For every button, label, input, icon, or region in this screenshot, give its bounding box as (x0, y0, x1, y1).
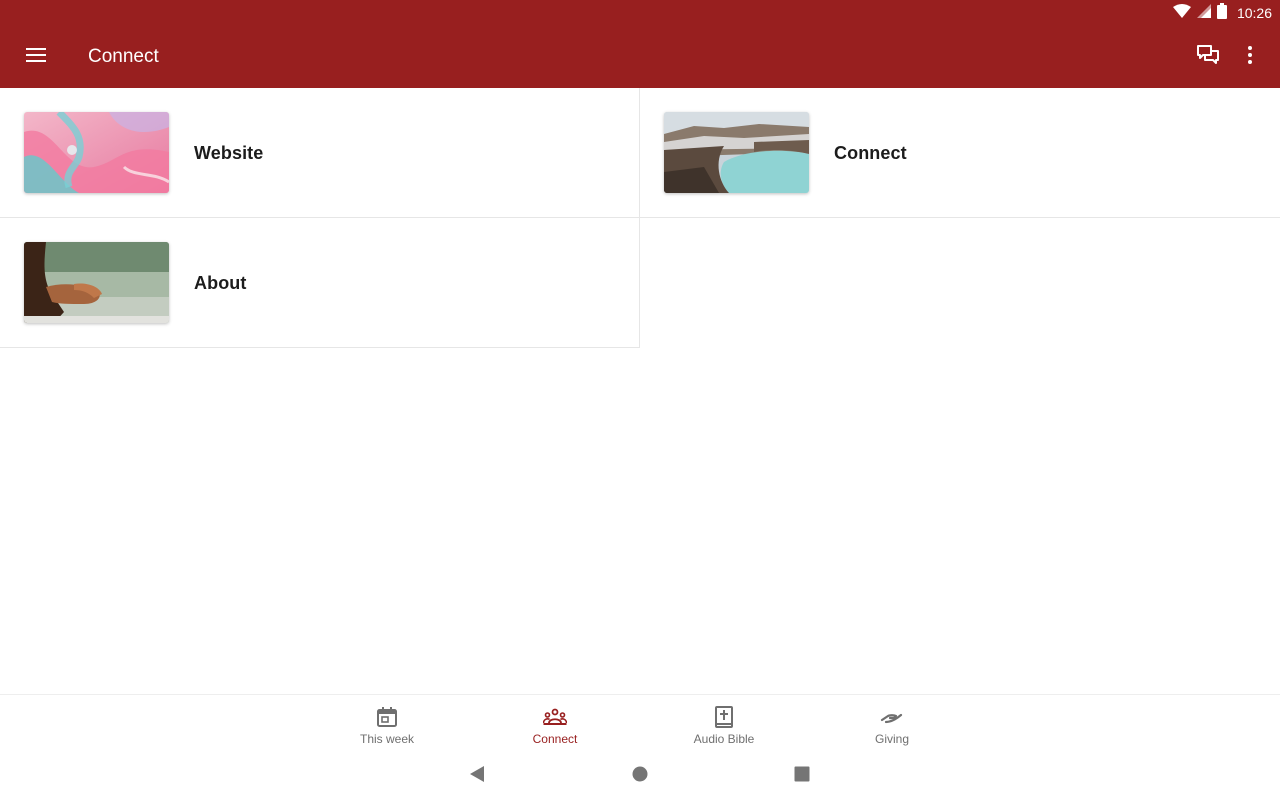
system-navigation (0, 752, 1280, 800)
more-vert-icon (1248, 45, 1252, 69)
menu-button[interactable] (20, 41, 52, 73)
chat-button[interactable] (1192, 41, 1224, 73)
app-header: 10:26 Connect (0, 0, 1280, 88)
nav-item-giving[interactable]: Giving (832, 695, 952, 753)
nav-item-this-week[interactable]: This week (327, 695, 447, 753)
back-icon (469, 765, 485, 787)
wifi-icon (1172, 3, 1191, 23)
page-title: Connect (88, 46, 159, 67)
recents-icon (794, 766, 810, 787)
thumbnail-connect (664, 112, 809, 193)
screen: 10:26 Connect Website Connect About This… (0, 0, 1280, 800)
bottom-navigation: This week Connect Audio Bible Giving (0, 694, 1280, 752)
status-icons: 10:26 (1172, 2, 1272, 24)
giving-hand-icon (880, 705, 904, 729)
thumbnail-website (24, 112, 169, 193)
recents-button[interactable] (791, 766, 813, 786)
thumbnail-about (24, 242, 169, 323)
app-bar: Connect (0, 26, 1280, 88)
battery-icon (1216, 2, 1227, 24)
tile-label: About (194, 273, 247, 293)
nav-label: Giving (874, 732, 909, 746)
home-icon (632, 766, 648, 787)
tile-about[interactable]: About (0, 218, 640, 348)
more-options-button[interactable] (1236, 41, 1264, 73)
nav-label: This week (359, 732, 415, 746)
tile-label: Connect (834, 143, 907, 163)
nav-item-audio-bible[interactable]: Audio Bible (664, 695, 784, 753)
status-bar: 10:26 (0, 0, 1280, 26)
nav-label: Connect (532, 732, 578, 746)
menu-icon (26, 47, 46, 68)
tile-website[interactable]: Website (0, 88, 640, 218)
nav-label: Audio Bible (693, 732, 755, 746)
nav-item-connect[interactable]: Connect (495, 695, 615, 753)
signal-icon (1196, 3, 1211, 23)
people-group-icon (542, 705, 568, 729)
back-button[interactable] (466, 765, 488, 787)
bible-icon (712, 705, 736, 729)
status-time: 10:26 (1236, 5, 1272, 21)
home-button[interactable] (629, 766, 651, 786)
tile-connect[interactable]: Connect (640, 88, 1280, 218)
calendar-icon (375, 705, 399, 729)
chat-icon (1196, 44, 1220, 71)
tile-label: Website (194, 143, 264, 163)
